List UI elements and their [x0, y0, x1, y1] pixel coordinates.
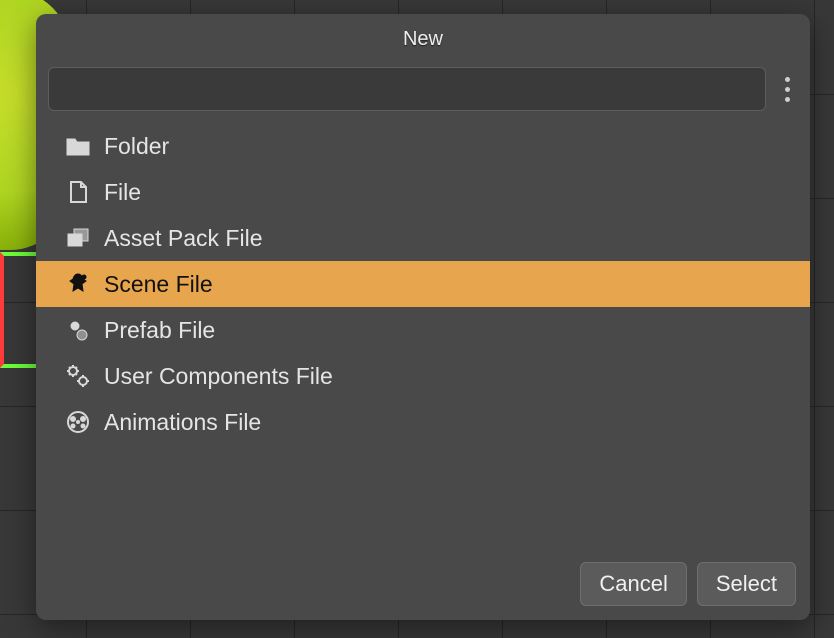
list-item[interactable]: Animations File — [36, 399, 810, 445]
components-icon — [64, 362, 92, 390]
more-options-button[interactable] — [776, 70, 798, 108]
list-item[interactable]: Folder — [36, 123, 810, 169]
animations-icon — [64, 408, 92, 436]
kebab-dot — [785, 87, 790, 92]
kebab-dot — [785, 77, 790, 82]
file-icon — [64, 178, 92, 206]
select-button[interactable]: Select — [697, 562, 796, 606]
list-item-label: Prefab File — [104, 317, 215, 344]
assetpack-icon — [64, 224, 92, 252]
list-item[interactable]: File — [36, 169, 810, 215]
list-item-label: Animations File — [104, 409, 261, 436]
folder-icon — [64, 132, 92, 160]
list-item[interactable]: Prefab File — [36, 307, 810, 353]
dialog-title: New — [36, 14, 810, 61]
list-item-label: File — [104, 179, 141, 206]
kebab-dot — [785, 97, 790, 102]
dialog-footer: Cancel Select — [36, 550, 810, 620]
file-type-list: Folder File Asset Pack File Scene File Prefa… — [36, 121, 810, 550]
list-item[interactable]: User Components File — [36, 353, 810, 399]
cancel-button[interactable]: Cancel — [580, 562, 686, 606]
new-file-dialog: New Folder File Asset Pack File Scene File P… — [36, 14, 810, 620]
list-item[interactable]: Asset Pack File — [36, 215, 810, 261]
list-item[interactable]: Scene File — [36, 261, 810, 307]
list-item-label: Asset Pack File — [104, 225, 263, 252]
list-item-label: Folder — [104, 133, 169, 160]
selection-handle — [0, 252, 36, 368]
list-item-label: Scene File — [104, 271, 213, 298]
prefab-icon — [64, 316, 92, 344]
scene-icon — [64, 270, 92, 298]
list-item-label: User Components File — [104, 363, 333, 390]
search-input[interactable] — [48, 67, 766, 111]
search-bar — [36, 61, 810, 121]
